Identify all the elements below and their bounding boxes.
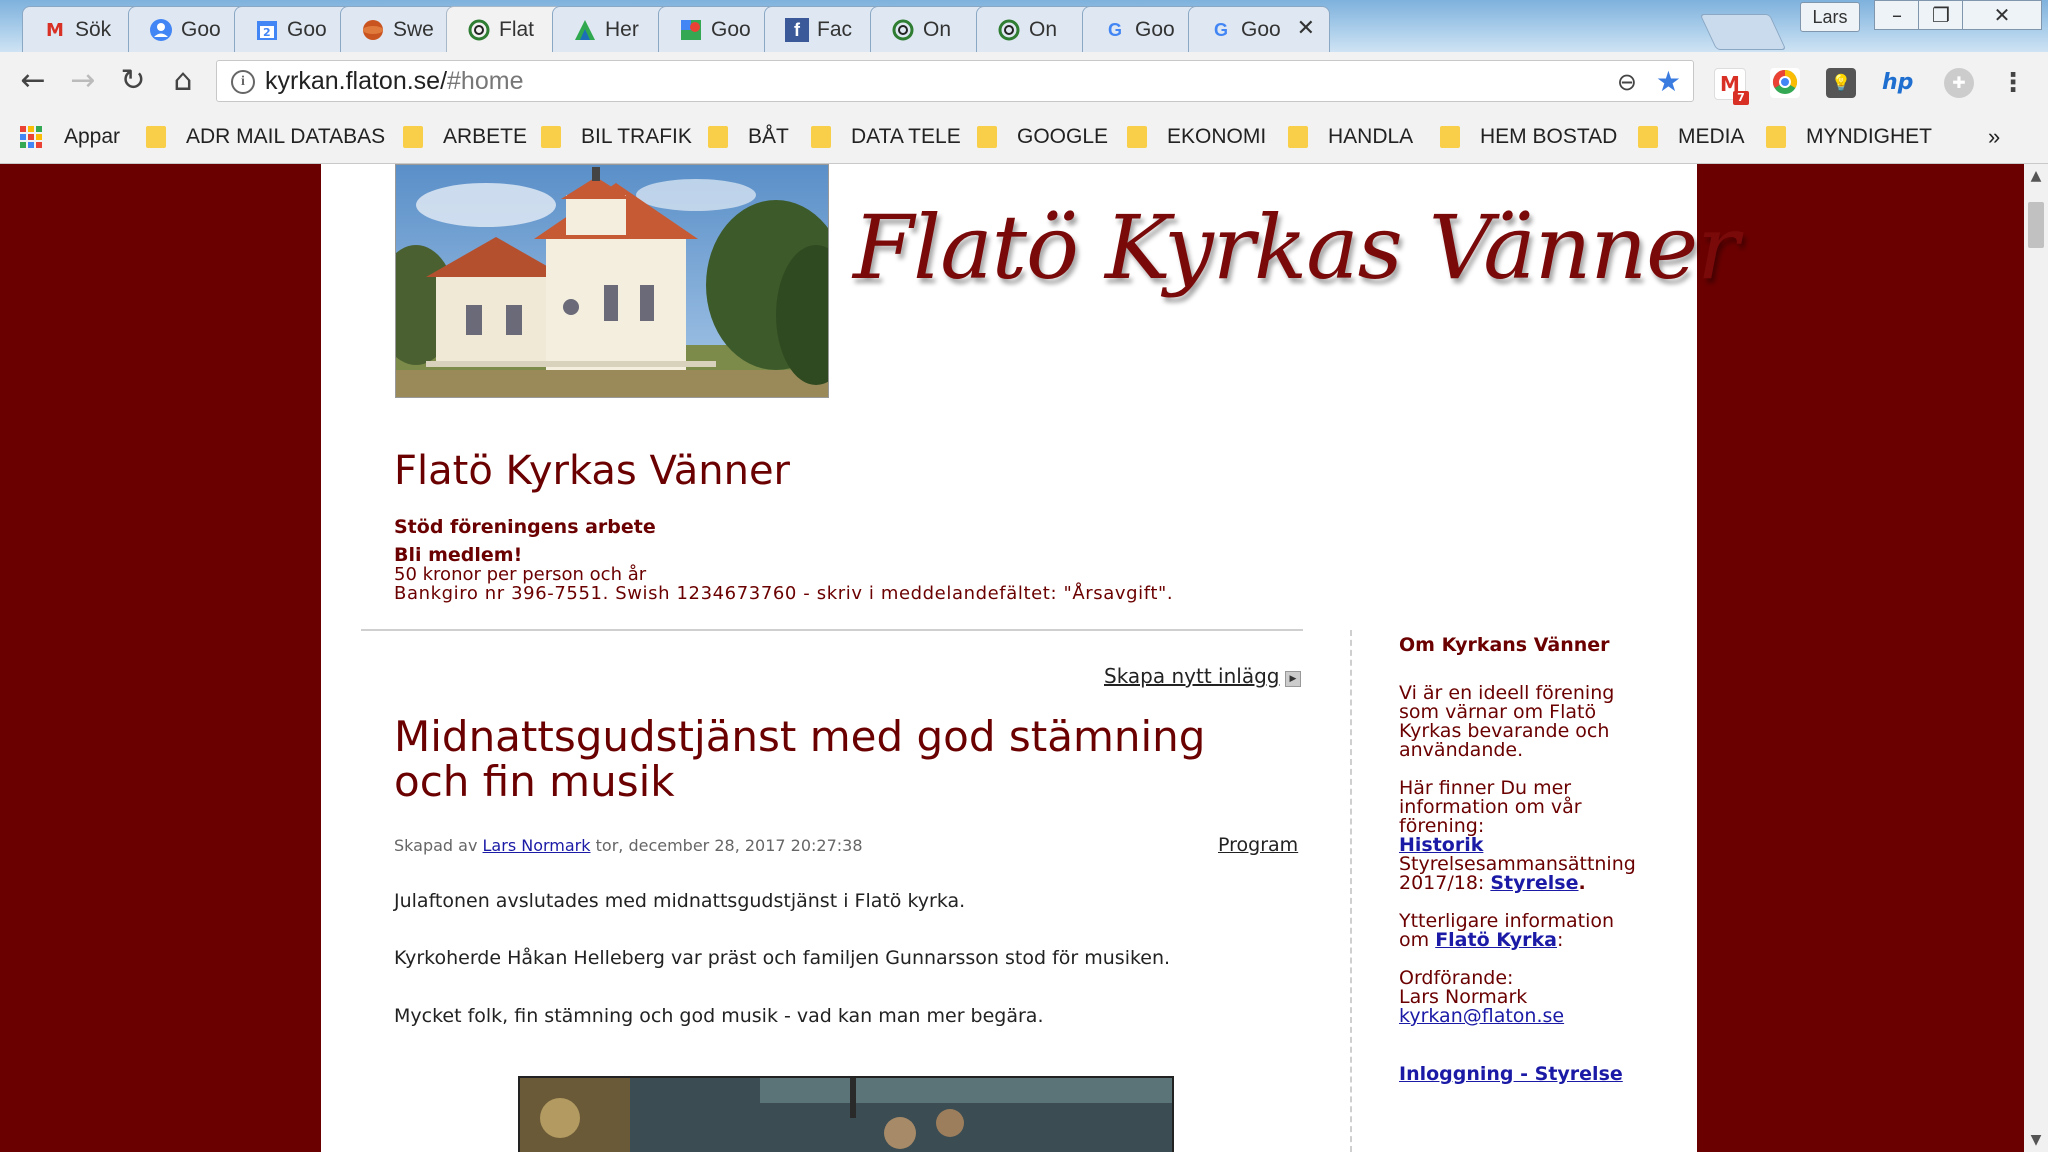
support-heading: Stöd föreningens arbete — [394, 516, 656, 538]
sidebar-heading: Om Kyrkans Vänner — [1399, 634, 1610, 656]
email-link[interactable]: kyrkan@flaton.se — [1399, 1007, 1564, 1026]
svg-text:2: 2 — [263, 26, 271, 39]
post-image — [518, 1076, 1174, 1152]
flaton-icon — [467, 18, 491, 42]
church-link[interactable]: Flatö Kyrka — [1435, 929, 1557, 951]
google-icon: G — [1213, 19, 1228, 40]
bookmark-folder[interactable]: ADR MAIL DATABAS — [146, 122, 385, 152]
bookmarks-bar: Appar ADR MAIL DATABAS ARBETE BIL TRAFIK… — [0, 110, 2048, 164]
facebook-icon: f — [785, 18, 809, 42]
new-tab-button[interactable] — [1699, 14, 1787, 50]
author-link[interactable]: Lars Normark — [483, 836, 591, 855]
post-paragraph: Kyrkoherde Håkan Helleberg var präst och… — [394, 947, 1171, 969]
create-post-link[interactable]: Skapa nytt inlägg — [1104, 664, 1279, 688]
church-photo — [395, 164, 829, 398]
home-icon[interactable]: ⌂ — [166, 64, 200, 98]
reload-icon[interactable]: ↻ — [116, 64, 150, 98]
scrollbar-thumb[interactable] — [2028, 202, 2044, 248]
page-viewport: Flatö Kyrkas Vänner Flatö Kyrkas Vänner … — [0, 164, 2024, 1152]
folder-icon — [977, 126, 997, 148]
flaton-icon — [997, 18, 1021, 42]
folder-icon — [1766, 126, 1786, 148]
url-text[interactable]: kyrkan.flaton.se/#home — [265, 67, 523, 96]
green-site-icon — [573, 18, 597, 42]
folder-icon — [541, 126, 561, 148]
bookmarks-overflow-button[interactable]: » — [1988, 122, 2000, 152]
browser-toolbar: ← → ↻ ⌂ i kyrkan.flaton.se/#home ⊖ ★ M 7… — [0, 52, 2048, 110]
bookmark-folder[interactable]: BÅT — [708, 122, 789, 152]
site-title: Flatö Kyrkas Vänner — [394, 448, 790, 494]
bookmark-folder[interactable]: HEM BOSTAD — [1440, 122, 1617, 152]
bookmark-folder[interactable]: HANDLA — [1288, 122, 1413, 152]
scroll-up-icon[interactable]: ▲ — [2024, 168, 2048, 184]
forward-arrow-icon[interactable]: → — [66, 64, 100, 98]
sidebar-text: användande. — [1399, 739, 1524, 761]
board-link[interactable]: Styrelse — [1490, 872, 1578, 894]
bookmark-star-icon[interactable]: ★ — [1656, 65, 1681, 98]
bookmark-folder[interactable]: DATA TELE — [811, 122, 961, 152]
google-contacts-icon — [149, 18, 173, 42]
folder-icon — [403, 126, 423, 148]
member-payment-text: Bankgiro nr 396-7551. Swish 1234673760 -… — [394, 583, 1174, 604]
folder-icon — [1127, 126, 1147, 148]
sidebar-divider — [1350, 630, 1352, 1152]
apps-icon — [20, 126, 42, 148]
address-bar[interactable]: i kyrkan.flaton.se/#home ⊖ ★ — [216, 60, 1694, 102]
post-title: Midnattsgudstjänst med god stämning och … — [394, 712, 1206, 806]
back-arrow-icon[interactable]: ← — [16, 64, 50, 98]
folder-icon — [146, 126, 166, 148]
chrome-extension-icon[interactable] — [1770, 68, 1800, 98]
keep-extension-icon[interactable]: 💡 — [1826, 68, 1856, 98]
flaton-icon — [891, 18, 915, 42]
puzzle-extension-icon[interactable]: ✚ — [1944, 68, 1974, 98]
zoom-icon[interactable]: ⊖ — [1617, 68, 1637, 96]
gmail-extension-icon[interactable]: M 7 — [1714, 68, 1749, 105]
gmail-unread-badge: 7 — [1733, 91, 1749, 105]
bookmark-folder[interactable]: ARBETE — [403, 122, 527, 152]
bookmark-folder[interactable]: GOOGLE — [977, 122, 1108, 152]
header-divider — [361, 629, 1303, 631]
profile-button[interactable]: Lars — [1800, 2, 1860, 32]
window-close-icon[interactable]: ✕ — [1962, 0, 2042, 30]
bookmark-folder[interactable]: EKONOMI — [1127, 122, 1266, 152]
bookmark-folder[interactable]: BIL TRAFIK — [541, 122, 692, 152]
menu-dots-icon[interactable]: ⋮ — [1998, 68, 2028, 98]
page-scrollbar[interactable]: ▲ ▼ — [2024, 164, 2048, 1152]
folder-icon — [1638, 126, 1658, 148]
site-info-icon[interactable]: i — [231, 70, 255, 94]
member-heading: Bli medlem! — [394, 544, 523, 566]
minimize-icon[interactable]: – — [1874, 0, 1920, 30]
restore-icon[interactable]: ❐ — [1918, 0, 1964, 30]
folder-icon — [811, 126, 831, 148]
google-maps-icon — [679, 18, 703, 42]
browser-tab[interactable]: G Goo ✕ — [1188, 6, 1330, 52]
member-fee-text: 50 kronor per person och år — [394, 564, 647, 585]
folder-icon — [1440, 126, 1460, 148]
sidebar-text: om Flatö Kyrka: — [1399, 929, 1564, 951]
page-content: Flatö Kyrkas Vänner Flatö Kyrkas Vänner … — [321, 164, 1739, 1152]
category-link[interactable]: Program — [1218, 834, 1298, 856]
folder-icon — [1288, 126, 1308, 148]
google-calendar-icon: 2 — [255, 18, 279, 42]
tab-strip: M Sök ✕ Goo ✕ 2 Goo ✕ Swe ✕ Flat ✕ Her ✕… — [0, 0, 2048, 52]
google-icon: G — [1107, 19, 1122, 40]
folder-icon — [708, 126, 728, 148]
site-logo-text: Flatö Kyrkas Vänner — [853, 196, 1739, 299]
post-paragraph: Julaftonen avslutades med midnattsgudstj… — [394, 890, 966, 912]
post-paragraph: Mycket folk, fin stämning och god musik … — [394, 1005, 1044, 1027]
hp-extension-icon[interactable]: hp — [1882, 68, 1913, 98]
bookmark-apps[interactable]: Appar — [20, 122, 120, 152]
sidebar-text: 2017/18: Styrelse. — [1399, 872, 1586, 894]
scroll-down-icon[interactable]: ▼ — [2024, 1132, 2048, 1148]
swedish-site-icon — [361, 18, 385, 42]
bookmark-folder[interactable]: MYNDIGHET — [1766, 122, 1932, 152]
login-link[interactable]: Inloggning - Styrelse — [1399, 1065, 1623, 1084]
post-meta: Skapad av Lars Normark tor, december 28,… — [394, 836, 863, 855]
play-arrow-icon[interactable]: ▶ — [1285, 671, 1301, 687]
close-tab-icon[interactable]: ✕ — [1297, 16, 1315, 41]
gmail-icon: M — [46, 19, 64, 41]
bookmark-folder[interactable]: MEDIA — [1638, 122, 1745, 152]
